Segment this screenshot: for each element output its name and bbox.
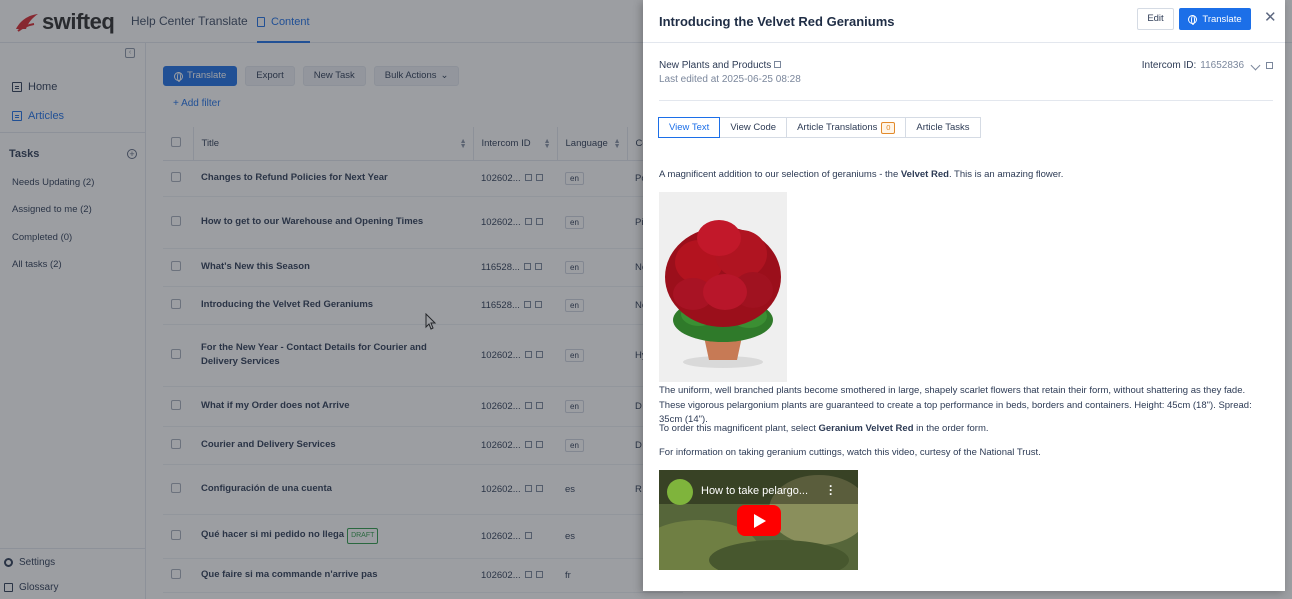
close-icon[interactable]: ✕ [1264, 10, 1277, 25]
external-link-icon[interactable] [774, 61, 782, 68]
divider [643, 42, 1285, 43]
more-options-icon[interactable]: · · · [829, 480, 833, 500]
collection-link[interactable]: New Plants and Products [659, 60, 782, 71]
globe-icon [1188, 14, 1198, 25]
paragraph-video-info: For information on taking geranium cutti… [659, 447, 1041, 458]
video-title: How to take pelargo... [701, 485, 809, 497]
bold-text: Geranium Velvet Red [818, 423, 914, 434]
tab-article-translations[interactable]: Article Translations 0 [786, 117, 907, 138]
collection-name[interactable]: New Plants and Products [659, 60, 771, 71]
intercom-id-value: 11652836 [1200, 60, 1244, 71]
view-tabs: View Text View Code Article Translations… [658, 117, 981, 138]
external-link-icon[interactable] [1266, 62, 1273, 69]
text: To order this magnificent plant, select [659, 423, 819, 434]
edit-icon[interactable] [1250, 60, 1261, 71]
tab-view-text[interactable]: View Text [658, 117, 721, 138]
translate-label: Translate [1202, 13, 1242, 25]
paragraph-intro: A magnificent addition to our selection … [659, 169, 1063, 180]
translations-count-badge: 0 [881, 121, 896, 134]
text: A magnificent addition to our selection … [659, 169, 901, 180]
tab-view-code[interactable]: View Code [719, 117, 788, 138]
paragraph-description: The uniform, well branched plants become… [659, 385, 1252, 425]
youtube-video-embed[interactable]: How to take pelargo... · · · [659, 470, 858, 570]
edit-button[interactable]: Edit [1137, 8, 1174, 30]
drawer-translate-button[interactable]: Translate [1179, 8, 1251, 30]
tab-label: Article Translations [797, 122, 878, 133]
intercom-id-label: Intercom ID: [1141, 60, 1197, 71]
last-edited: Last edited at 2025-06-25 08:28 [659, 74, 801, 85]
channel-logo-icon [667, 479, 693, 505]
paragraph-order: To order this magnificent plant, select … [659, 423, 989, 434]
article-drawer: Introducing the Velvet Red Geraniums Edi… [643, 0, 1285, 591]
geranium-image [659, 192, 787, 382]
text: . This is an amazing flower. [948, 169, 1064, 180]
drawer-title: Introducing the Velvet Red Geraniums [659, 14, 895, 29]
play-button-icon[interactable] [737, 505, 781, 536]
intercom-id: Intercom ID: 11652836 [1142, 60, 1273, 71]
divider [659, 100, 1273, 101]
bold-text: Velvet Red [900, 169, 949, 180]
text: in the order form. [913, 423, 989, 434]
tab-article-tasks[interactable]: Article Tasks [905, 117, 981, 138]
